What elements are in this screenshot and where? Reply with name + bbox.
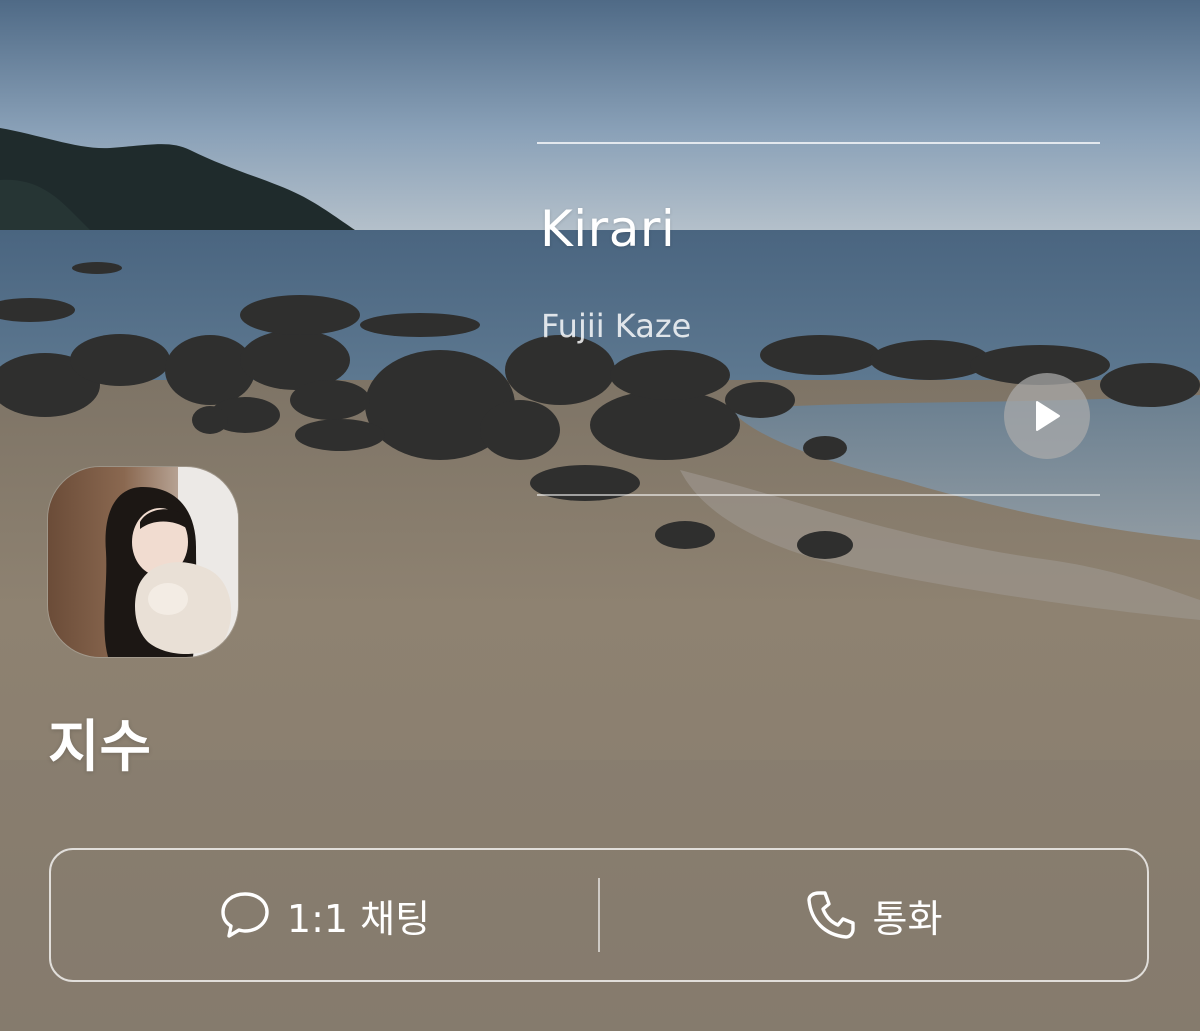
action-bar: 1:1 채팅 통화: [49, 848, 1149, 982]
song-title: Kirari: [540, 200, 676, 258]
profile-name: 지수: [48, 715, 152, 780]
music-widget-bottom-divider: [537, 494, 1100, 496]
play-icon: [1036, 401, 1060, 431]
profile-photo: [48, 467, 238, 657]
music-widget-top-divider: [537, 142, 1100, 144]
play-button[interactable]: [1004, 373, 1090, 459]
phone-icon: [806, 891, 855, 939]
chat-bubble-icon: [221, 892, 269, 938]
avatar[interactable]: [48, 467, 238, 657]
call-button[interactable]: 통화: [600, 850, 1147, 980]
chat-button[interactable]: 1:1 채팅: [51, 850, 598, 980]
song-artist: Fujii Kaze: [541, 307, 692, 345]
chat-button-label: 1:1 채팅: [286, 896, 431, 941]
call-button-label: 통화: [872, 896, 943, 941]
